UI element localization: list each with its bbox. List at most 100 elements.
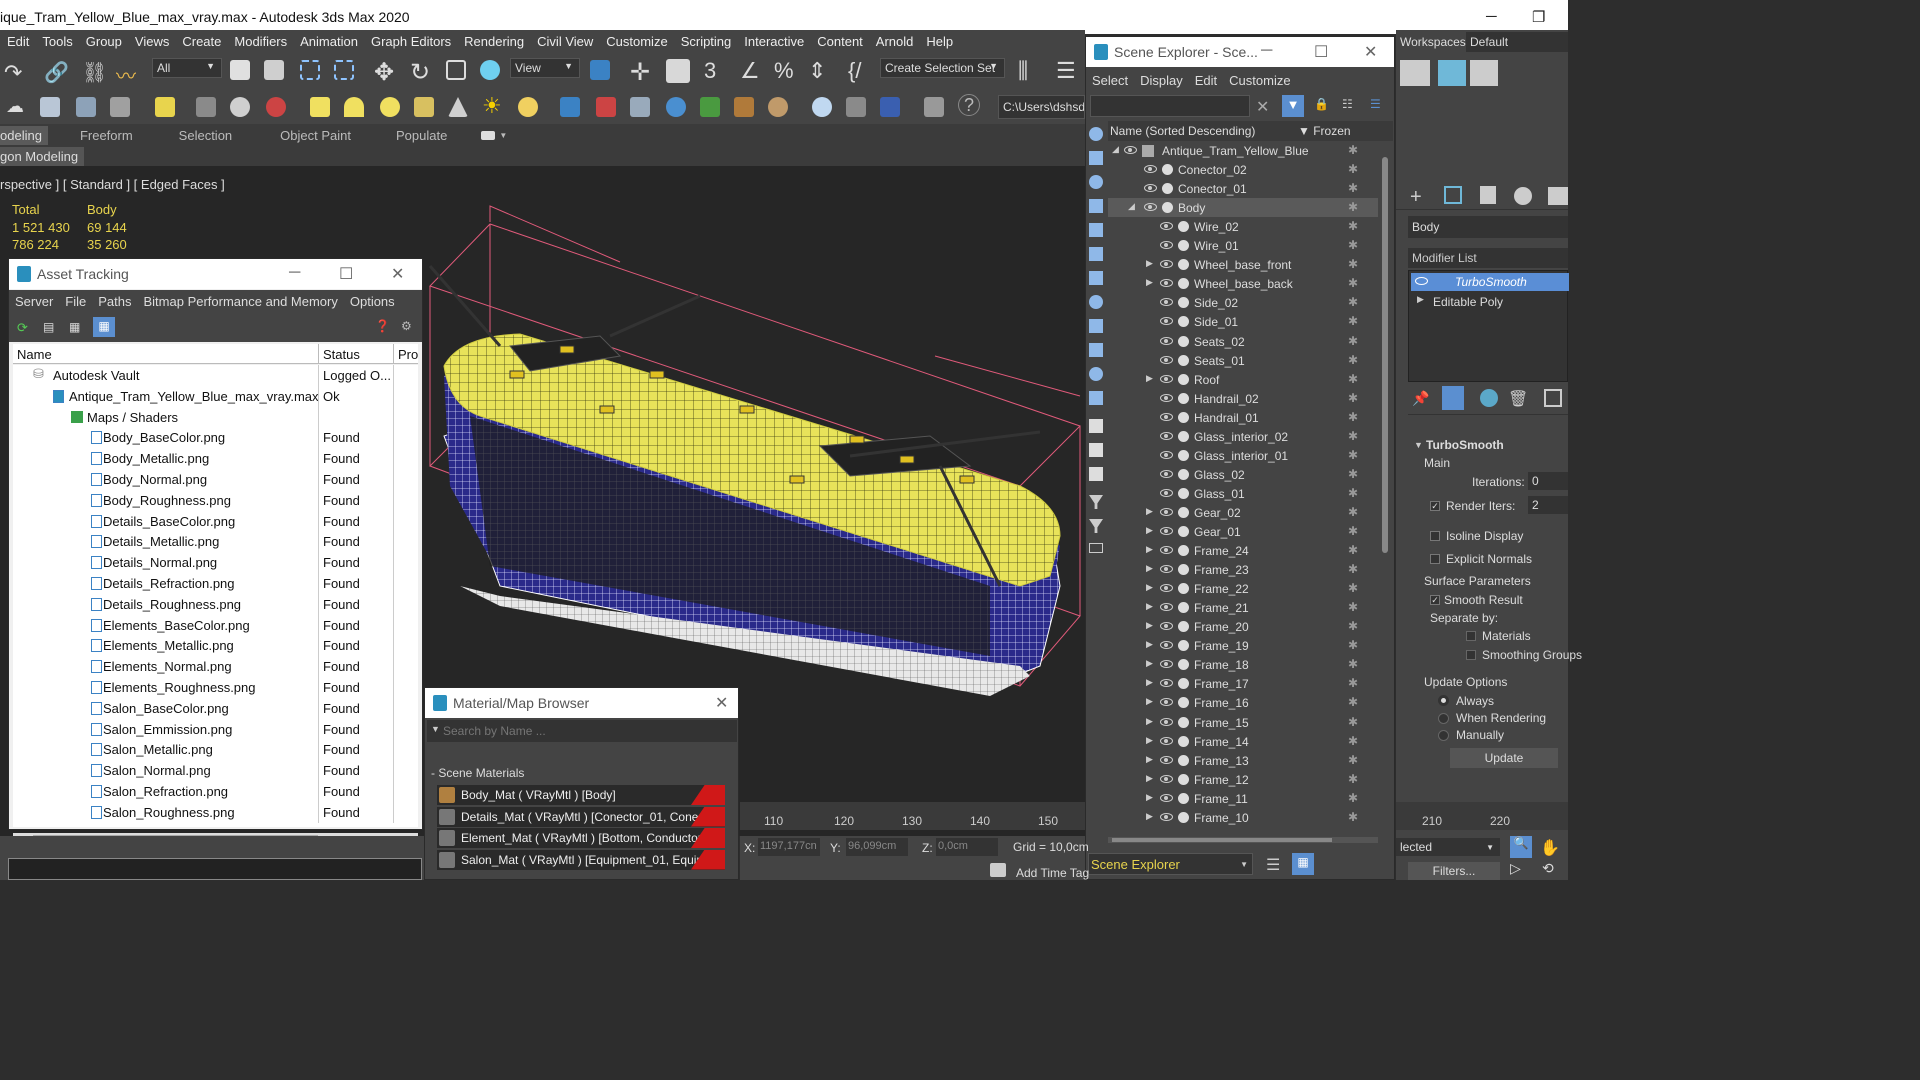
- xref-filter-icon[interactable]: [1089, 295, 1103, 309]
- layers-icon[interactable]: ☰: [1266, 855, 1280, 875]
- visibility-eye-icon[interactable]: [1160, 755, 1173, 764]
- zoom-icon[interactable]: 🔍: [1510, 836, 1532, 858]
- create-tab-icon[interactable]: +: [1410, 186, 1422, 209]
- scene-item[interactable]: ▶ Frame_14 ✱: [1108, 732, 1378, 751]
- visibility-eye-icon[interactable]: [1160, 584, 1173, 593]
- asset-row[interactable]: Details_Roughness.png Found: [13, 593, 418, 615]
- spinner-snap-icon[interactable]: ⇕: [808, 58, 826, 84]
- remove-modifier-icon[interactable]: 🗑: [1508, 389, 1528, 409]
- visibility-eye-icon[interactable]: [1160, 679, 1173, 688]
- menu-interactive[interactable]: Interactive: [737, 34, 810, 49]
- expand-arrow-icon[interactable]: ▶: [1146, 754, 1153, 765]
- scene-item[interactable]: Glass_02 ✱: [1108, 465, 1378, 484]
- expand-arrow-icon[interactable]: ▶: [1146, 639, 1153, 650]
- asset-row[interactable]: Details_Normal.png Found: [13, 552, 418, 574]
- scene-item[interactable]: ▶ Wheel_base_back ✱: [1108, 274, 1378, 293]
- menu-rendering[interactable]: Rendering: [457, 34, 530, 49]
- hierarchy-icon[interactable]: ☷: [1342, 97, 1353, 111]
- freeze-toggle-icon[interactable]: ✱: [1348, 429, 1358, 443]
- asset-row[interactable]: Salon_BaseColor.png Found: [13, 697, 418, 719]
- select-object-icon[interactable]: [230, 60, 250, 80]
- scene-item[interactable]: ▶ Frame_19 ✱: [1108, 636, 1378, 655]
- object-properties-icon[interactable]: [155, 97, 175, 117]
- align-icon[interactable]: ☰: [1056, 58, 1076, 84]
- add-time-tag-button[interactable]: Add Time Tag: [1016, 866, 1089, 880]
- visibility-eye-icon[interactable]: [1160, 622, 1173, 631]
- close-icon[interactable]: ✕: [391, 264, 404, 284]
- foliage-icon[interactable]: [700, 97, 720, 117]
- freeze-toggle-icon[interactable]: ✱: [1348, 810, 1358, 824]
- help-icon[interactable]: ❓: [375, 319, 390, 333]
- smooth-result-checkbox[interactable]: ✓: [1430, 595, 1440, 605]
- render-setup-icon[interactable]: [1470, 60, 1498, 86]
- scene-item[interactable]: Side_02 ✱: [1108, 293, 1378, 312]
- expand-arrow-icon[interactable]: ▶: [1146, 525, 1153, 536]
- freeze-toggle-icon[interactable]: ✱: [1348, 334, 1358, 348]
- scene-item[interactable]: Conector_01 ✱: [1108, 179, 1378, 198]
- z-coordinate-field[interactable]: 0,0cm: [936, 838, 998, 856]
- visibility-eye-icon[interactable]: [1144, 184, 1157, 193]
- freeze-toggle-icon[interactable]: ✱: [1348, 314, 1358, 328]
- visibility-eye-icon[interactable]: [1160, 698, 1173, 707]
- asset-row[interactable]: Details_BaseColor.png Found: [13, 510, 418, 532]
- close-icon[interactable]: ✕: [715, 693, 728, 713]
- scene-item[interactable]: Handrail_02 ✱: [1108, 389, 1378, 408]
- orbit-icon[interactable]: ⟲: [1542, 860, 1554, 877]
- scene-item[interactable]: ▶ Frame_16 ✱: [1108, 693, 1378, 712]
- visibility-eye-icon[interactable]: [1160, 774, 1173, 783]
- light-filter-icon[interactable]: [1089, 175, 1103, 189]
- scene-item[interactable]: ▶ Frame_18 ✱: [1108, 655, 1378, 674]
- ribbon-options-icon[interactable]: [481, 130, 496, 140]
- scene-item[interactable]: ▶ Roof ✱: [1108, 370, 1378, 389]
- maximize-icon[interactable]: ☐: [339, 264, 353, 284]
- visibility-eye-icon[interactable]: [1160, 431, 1173, 440]
- column-frozen[interactable]: ▼ Frozen: [1298, 124, 1351, 138]
- expand-arrow-icon[interactable]: ▶: [1417, 294, 1424, 305]
- percent-snap-icon[interactable]: %: [774, 58, 794, 84]
- container-icon[interactable]: [1089, 543, 1103, 553]
- modifier-list-dropdown[interactable]: Modifier List: [1408, 248, 1568, 268]
- expand-arrow-icon[interactable]: ▶: [1146, 658, 1153, 669]
- at-menu-paths[interactable]: Paths: [92, 294, 137, 309]
- freeze-toggle-icon[interactable]: ✱: [1348, 524, 1358, 538]
- asset-row[interactable]: Details_Metallic.png Found: [13, 531, 418, 553]
- freeze-toggle-icon[interactable]: ✱: [1348, 200, 1358, 214]
- timeline-ruler[interactable]: 110 120 130 140 150: [740, 802, 1085, 830]
- scene-item[interactable]: ▶ Frame_21 ✱: [1108, 598, 1378, 617]
- scene-item[interactable]: Glass_interior_02 ✱: [1108, 427, 1378, 446]
- render-iters-checkbox[interactable]: ✓: [1430, 501, 1440, 511]
- expand-arrow-icon[interactable]: ▶: [1146, 716, 1153, 727]
- visibility-eye-icon[interactable]: [1160, 336, 1173, 345]
- expand-arrow-icon[interactable]: ▶: [1146, 506, 1153, 517]
- scene-search-field[interactable]: [1090, 95, 1250, 117]
- snaps-toggle-icon[interactable]: 3: [704, 58, 716, 84]
- link-icon[interactable]: 🔗: [44, 60, 69, 85]
- maxscript-input[interactable]: [8, 858, 422, 880]
- expand-arrow-icon[interactable]: ▶: [1146, 373, 1153, 384]
- layer-icon[interactable]: ☰: [1370, 97, 1381, 111]
- expand-arrow-icon[interactable]: ▶: [1146, 677, 1153, 688]
- stack-item-turbosmooth[interactable]: TurboSmooth: [1411, 273, 1569, 291]
- scene-item[interactable]: ▶ Frame_23 ✱: [1108, 560, 1378, 579]
- asset-row[interactable]: Elements_BaseColor.png Found: [13, 614, 418, 636]
- freeze-toggle-icon[interactable]: ✱: [1348, 448, 1358, 462]
- curve-editor-icon[interactable]: [196, 97, 216, 117]
- cone-icon[interactable]: [448, 97, 468, 117]
- menu-help[interactable]: Help: [919, 34, 959, 49]
- se-menu-display[interactable]: Display: [1134, 73, 1189, 88]
- render-iters-spinner[interactable]: 2: [1528, 496, 1568, 514]
- vray-sphere-icon[interactable]: [812, 97, 832, 117]
- visibility-eye-icon[interactable]: [1160, 565, 1173, 574]
- menu-group[interactable]: Group: [79, 34, 128, 49]
- sphere-icon[interactable]: [380, 97, 400, 117]
- frozen-filter-icon[interactable]: [1089, 391, 1103, 405]
- settings-icon[interactable]: ⚙: [401, 319, 412, 333]
- scene-item[interactable]: Side_01 ✱: [1108, 312, 1378, 331]
- y-coordinate-field[interactable]: 96,099cm: [846, 838, 908, 856]
- freeze-toggle-icon[interactable]: ✱: [1348, 219, 1358, 233]
- scene-item[interactable]: Wire_02 ✱: [1108, 217, 1378, 236]
- asset-row[interactable]: Body_Roughness.png Found: [13, 489, 418, 511]
- schematic-view-icon[interactable]: [230, 97, 250, 117]
- asset-row[interactable]: Elements_Roughness.png Found: [13, 677, 418, 698]
- render-frame-icon[interactable]: [40, 97, 60, 117]
